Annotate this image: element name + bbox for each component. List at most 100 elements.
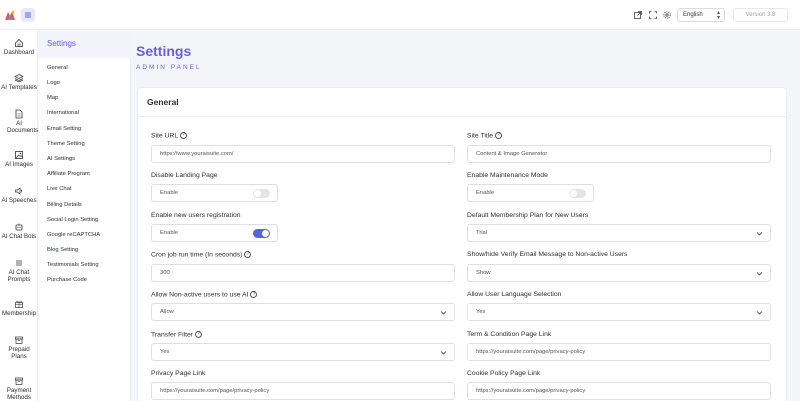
nav-label: Dashboard xyxy=(3,49,35,56)
nav-item-ai-speeches[interactable]: AI Speeches xyxy=(0,186,38,205)
default-plan-select[interactable]: Trial xyxy=(467,224,771,242)
terms-link-label: Term & Condition Page Link xyxy=(467,331,552,338)
app-logo[interactable] xyxy=(3,8,17,22)
submenu-item-ai-settings[interactable]: AI Settings xyxy=(47,156,75,162)
cookie-link-label: Cookie Policy Page Link xyxy=(467,370,541,377)
image-icon xyxy=(15,151,23,159)
cookie-link-input[interactable]: https://youraisuite.com/page/privacy-pol… xyxy=(467,382,771,400)
submenu-title: Settings xyxy=(47,39,76,48)
nav-item-ai-documents[interactable]: AI Documents xyxy=(0,109,38,134)
card-title: General xyxy=(147,97,179,107)
select-value: Show xyxy=(476,270,491,276)
select-value: Trial xyxy=(476,230,488,236)
disable-landing-label: Disable Landing Page xyxy=(151,172,218,179)
privacy-link-input[interactable]: https://youraisuite.com/page/privacy-pol… xyxy=(151,382,455,400)
maintenance-label: Enable Maintenance Mode xyxy=(467,172,548,179)
select-value: Allow xyxy=(160,309,174,315)
list-icon xyxy=(16,260,22,266)
nav-item-dashboard[interactable]: Dashboard xyxy=(0,38,38,57)
submenu-item-blog-setting[interactable]: Blog Setting xyxy=(47,247,78,253)
submenu-item-billing-details[interactable]: Billing Details xyxy=(47,202,82,208)
registration-toggle-field[interactable]: Enable xyxy=(151,224,278,242)
chevron-down-icon xyxy=(756,272,763,276)
help-icon[interactable]: ? xyxy=(495,132,503,139)
nav-label: AI Images xyxy=(5,161,33,168)
speaker-icon xyxy=(15,187,22,195)
submenu-item-affiliate-program[interactable]: Affiliate Program xyxy=(47,171,90,177)
chevron-down-icon xyxy=(756,311,763,315)
nav-item-ai-templates[interactable]: AI Templates xyxy=(0,73,38,92)
page-title: Settings xyxy=(136,43,192,59)
chevron-down-icon xyxy=(440,311,447,315)
cron-input[interactable]: 300 xyxy=(151,264,455,282)
site-title-label: Site Title? xyxy=(467,132,503,139)
page-subtitle: ADMIN PANEL xyxy=(136,64,202,71)
terms-link-input[interactable]: https://youraisuite.com/page/privacy-pol… xyxy=(467,343,771,361)
submenu-item-live-chat[interactable]: Live Chat xyxy=(47,186,72,192)
document-icon xyxy=(15,109,23,119)
user-language-label: Allow User Language Selection xyxy=(467,291,562,298)
help-icon[interactable]: ? xyxy=(195,331,203,338)
transfer-filter-select[interactable]: Yes xyxy=(151,343,455,361)
submenu-item-social-login[interactable]: Social Login Setting xyxy=(47,217,98,223)
registration-label: Enable new users registration xyxy=(151,212,241,219)
maintenance-toggle-field[interactable]: Enable xyxy=(467,184,594,202)
menu-toggle-button[interactable] xyxy=(21,8,35,22)
nav-item-payment-methods[interactable]: Payment Methods xyxy=(0,376,38,401)
version-badge: Version 3.8 xyxy=(733,8,788,22)
language-select[interactable]: English ▴ ▾ xyxy=(677,8,725,22)
fullscreen-icon[interactable] xyxy=(648,10,658,20)
submenu-item-recaptcha[interactable]: Google reCAPTCHA xyxy=(47,232,100,238)
nav-label: AI Speeches xyxy=(1,197,37,204)
nav-label: Prepaid Plans xyxy=(8,346,30,360)
top-bar: English ▴ ▾ Version 3.8 xyxy=(0,0,800,30)
verify-email-label: Show/hide Verify Email Message to Non-ac… xyxy=(467,251,628,258)
settings-submenu: Settings General Logo Map International … xyxy=(39,30,131,401)
cron-label: Cron job run time (In seconds)? xyxy=(151,251,252,258)
toggle-label: Enable xyxy=(160,190,179,196)
submenu-item-logo[interactable]: Logo xyxy=(47,80,60,86)
site-url-label: Site URL? xyxy=(151,132,188,139)
nav-item-ai-chat-bots[interactable]: AI Chat Bots xyxy=(0,222,38,241)
layers-icon xyxy=(14,74,24,83)
registration-switch[interactable] xyxy=(253,229,270,238)
nav-label: AI Templates xyxy=(1,84,37,91)
select-value: Yes xyxy=(160,349,170,355)
select-value: Yes xyxy=(476,309,486,315)
site-title-input[interactable]: Content & Image Generator xyxy=(467,145,771,163)
toggle-label: Enable xyxy=(160,230,179,236)
nav-item-ai-chat-prompts[interactable]: AI Chat Prompts xyxy=(0,258,38,283)
submenu-item-general[interactable]: General xyxy=(47,65,68,71)
submenu-item-purchase-code[interactable]: Purchase Code xyxy=(47,277,87,283)
archive-icon xyxy=(15,377,23,385)
help-icon[interactable]: ? xyxy=(180,132,188,139)
nav-label: AI Chat Prompts xyxy=(7,269,31,283)
maintenance-switch[interactable] xyxy=(569,189,586,198)
default-plan-label: Default Membership Plan for New Users xyxy=(467,212,589,219)
help-icon[interactable]: ? xyxy=(250,291,258,298)
disable-landing-toggle-field[interactable]: Enable xyxy=(151,184,278,202)
user-language-select[interactable]: Yes xyxy=(467,303,771,321)
submenu-item-international[interactable]: International xyxy=(47,110,79,116)
nav-label: Membership xyxy=(1,310,37,317)
submenu-item-map[interactable]: Map xyxy=(47,95,58,101)
nav-item-membership[interactable]: Membership xyxy=(0,299,38,318)
submenu-item-theme-setting[interactable]: Theme Setting xyxy=(47,141,85,147)
verify-email-select[interactable]: Show xyxy=(467,264,771,282)
chevron-down-icon xyxy=(756,232,763,236)
chevron-down-icon xyxy=(440,351,447,355)
nav-label: Payment Methods xyxy=(6,387,32,401)
menu-icon xyxy=(25,12,31,18)
nonactive-ai-select[interactable]: Allow xyxy=(151,303,455,321)
external-link-icon[interactable] xyxy=(633,10,643,20)
nav-item-prepaid-plans[interactable]: Prepaid Plans xyxy=(0,335,38,360)
disable-landing-switch[interactable] xyxy=(253,189,270,198)
nav-item-ai-images[interactable]: AI Images xyxy=(0,150,38,169)
main-nav: Dashboard AI Templates AI Documents AI I… xyxy=(0,30,38,401)
submenu-item-testimonials[interactable]: Testimonials Setting xyxy=(47,262,99,268)
submenu-item-email-setting[interactable]: Email Setting xyxy=(47,126,81,132)
help-icon[interactable]: ? xyxy=(244,251,252,258)
select-caret-icon: ▴ ▾ xyxy=(716,10,720,21)
site-url-input[interactable]: https://www.youraisuite.com/ xyxy=(151,145,455,163)
gear-icon[interactable] xyxy=(662,10,672,20)
